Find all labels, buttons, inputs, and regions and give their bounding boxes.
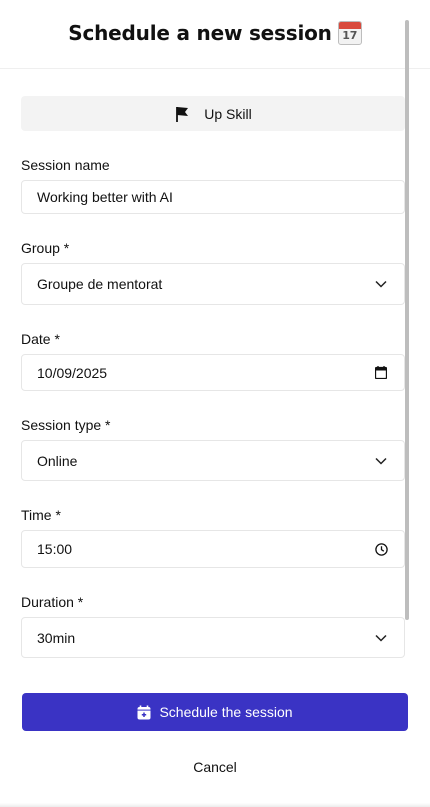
cancel-button[interactable]: Cancel [0, 759, 430, 775]
duration-label: Duration * [21, 594, 84, 610]
time-value: 15:00 [37, 541, 73, 557]
calendar-plus-icon [137, 705, 151, 720]
date-label: Date * [21, 331, 60, 347]
page-title: Schedule a new session 17 [68, 21, 362, 45]
duration-value: 30min [37, 629, 76, 646]
session-type-value: Online [37, 452, 78, 469]
calendar-emoji-icon: 17 [337, 21, 362, 45]
session-type-select[interactable]: Online [21, 440, 405, 481]
skill-label: Up Skill [204, 105, 252, 122]
clock-icon[interactable] [374, 542, 388, 556]
group-label: Group * [21, 240, 70, 256]
chevron-down-icon [374, 277, 388, 291]
flag-icon [174, 105, 190, 123]
modal-header: Schedule a new session 17 [0, 0, 430, 69]
session-name-label: Session name [21, 157, 110, 173]
chevron-down-icon [374, 454, 388, 468]
date-input[interactable]: 10/09/2025 [21, 354, 405, 391]
calendar-emoji-day: 17 [342, 29, 358, 42]
session-type-label: Session type * [21, 417, 111, 433]
scrollbar[interactable] [405, 20, 409, 620]
bottom-edge [0, 803, 430, 807]
title-text: Schedule a new session [68, 21, 332, 45]
schedule-session-button[interactable]: Schedule the session [22, 693, 408, 731]
schedule-session-label: Schedule the session [159, 704, 293, 720]
time-label: Time * [21, 507, 61, 523]
group-value: Groupe de mentorat [37, 276, 163, 292]
chevron-down-icon [374, 631, 388, 645]
skill-banner: Up Skill [21, 96, 405, 131]
session-name-input[interactable]: Working better with AI [21, 180, 405, 214]
session-name-value: Working better with AI [37, 189, 173, 205]
time-input[interactable]: 15:00 [21, 530, 405, 568]
calendar-icon[interactable] [374, 366, 388, 380]
group-select[interactable]: Groupe de mentorat [21, 263, 405, 305]
date-value: 10/09/2025 [37, 364, 108, 381]
duration-select[interactable]: 30min [21, 617, 405, 658]
